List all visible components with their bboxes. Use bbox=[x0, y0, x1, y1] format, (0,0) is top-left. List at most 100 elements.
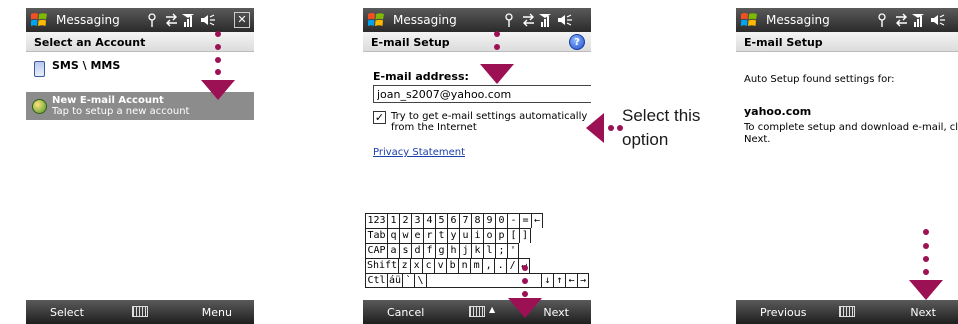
keyboard-key[interactable]: f bbox=[423, 243, 435, 258]
keyboard-key[interactable]: Ctl bbox=[365, 273, 387, 288]
on-screen-keyboard: 123 1 2 3 4 5 6 7 8 9 0- = ← Tab q w e r t y u i o p[] CAP a s d f g h… bbox=[365, 213, 589, 288]
help-icon[interactable]: ? bbox=[569, 34, 585, 50]
previous-softkey[interactable]: Previous bbox=[760, 306, 807, 319]
keyboard-key[interactable]: z bbox=[398, 258, 411, 273]
email-form: E-mail address: ✓ Try to get e-mail sett… bbox=[373, 60, 591, 158]
keyboard-key[interactable]: ↵ bbox=[518, 258, 531, 273]
status-icons[interactable] bbox=[876, 12, 956, 28]
keyboard-key[interactable]: Shift bbox=[365, 258, 399, 273]
keyboard-key[interactable]: 6 bbox=[447, 213, 459, 228]
keyboard-key[interactable]: 123 bbox=[365, 213, 387, 228]
caret-up-icon[interactable]: ▲ bbox=[489, 305, 495, 314]
keyboard-key[interactable]: , bbox=[482, 258, 495, 273]
keyboard-key[interactable]: ↓ bbox=[541, 273, 553, 288]
keyboard-row: 123 1 2 3 4 5 6 7 8 9 0- = ← bbox=[365, 213, 589, 228]
domain-name: yahoo.com bbox=[744, 105, 812, 118]
annotation-dot bbox=[608, 125, 614, 131]
keyboard-key[interactable]: q bbox=[387, 228, 399, 243]
status-icons[interactable] bbox=[503, 12, 583, 28]
keyboard-key[interactable]: t bbox=[435, 228, 447, 243]
keyboard-key[interactable]: h bbox=[447, 243, 459, 258]
keyboard-key[interactable]: 3 bbox=[411, 213, 423, 228]
app-title: Messaging bbox=[766, 13, 830, 27]
windows-logo[interactable] bbox=[740, 11, 758, 29]
screen-header-title: E-mail Setup bbox=[371, 36, 450, 49]
keyboard-key[interactable]: / bbox=[506, 258, 519, 273]
keyboard-key[interactable]: l bbox=[483, 243, 495, 258]
keyboard-key[interactable]: j bbox=[459, 243, 471, 258]
softkey-bar: Select Menu bbox=[26, 300, 254, 324]
windows-logo[interactable] bbox=[367, 11, 385, 29]
keyboard-key[interactable]: p bbox=[495, 228, 507, 243]
account-sms-mms[interactable]: SMS \ MMS bbox=[26, 54, 254, 84]
status-icons[interactable] bbox=[146, 12, 226, 28]
keyboard-key[interactable]: ' bbox=[507, 243, 519, 258]
keyboard-key[interactable]: CAP bbox=[365, 243, 387, 258]
next-softkey[interactable]: Next bbox=[543, 306, 569, 319]
privacy-statement-link[interactable]: Privacy Statement bbox=[373, 147, 585, 158]
keyboard-key[interactable]: 4 bbox=[423, 213, 435, 228]
keyboard-key[interactable]: → bbox=[577, 273, 589, 288]
keyboard-key[interactable] bbox=[426, 273, 541, 288]
windows-logo[interactable] bbox=[30, 11, 48, 29]
keyboard-key[interactable]: ← bbox=[531, 213, 543, 228]
softkey-bar: Previous Next bbox=[736, 300, 958, 324]
data-sync-icon bbox=[523, 13, 534, 27]
keyboard-key[interactable]: w bbox=[399, 228, 411, 243]
keyboard-key[interactable]: ; bbox=[495, 243, 507, 258]
email-field[interactable] bbox=[373, 85, 591, 103]
keyboard-key[interactable]: e bbox=[411, 228, 423, 243]
keyboard-key[interactable]: - bbox=[507, 213, 519, 228]
signal-bars-icon bbox=[182, 14, 194, 27]
keyboard-key[interactable]: 2 bbox=[399, 213, 411, 228]
title-bar: Messaging ✕ bbox=[26, 8, 254, 32]
keyboard-key[interactable]: g bbox=[435, 243, 447, 258]
keyboard-key[interactable]: d bbox=[411, 243, 423, 258]
keyboard-key[interactable]: r bbox=[423, 228, 435, 243]
keyboard-key[interactable]: k bbox=[471, 243, 483, 258]
keyboard-key[interactable]: y bbox=[447, 228, 459, 243]
keyboard-key[interactable]: 1 bbox=[387, 213, 399, 228]
keyboard-key[interactable]: o bbox=[483, 228, 495, 243]
keyboard-key[interactable]: 9 bbox=[483, 213, 495, 228]
keyboard-key[interactable]: m bbox=[470, 258, 483, 273]
auto-settings-option[interactable]: ✓ Try to get e-mail settings automatical… bbox=[373, 111, 588, 133]
keyboard-key[interactable]: i bbox=[471, 228, 483, 243]
keyboard-key[interactable]: áü bbox=[387, 273, 403, 288]
antenna-icon bbox=[505, 13, 513, 27]
keyboard-key[interactable]: \ bbox=[414, 273, 427, 288]
keyboard-key[interactable]: = bbox=[519, 213, 531, 228]
menu-softkey[interactable]: Menu bbox=[202, 306, 232, 319]
keyboard-key[interactable]: [ bbox=[507, 228, 519, 243]
globe-icon bbox=[32, 99, 47, 114]
keyboard-key[interactable]: Tab bbox=[365, 228, 387, 243]
select-softkey[interactable]: Select bbox=[50, 306, 84, 319]
next-softkey[interactable]: Next bbox=[910, 306, 936, 319]
keyboard-key[interactable]: ← bbox=[565, 273, 577, 288]
account-new-email[interactable]: New E-mail Account Tap to setup a new ac… bbox=[26, 92, 254, 120]
cancel-softkey[interactable]: Cancel bbox=[387, 306, 424, 319]
keyboard-key[interactable]: x bbox=[410, 258, 423, 273]
keyboard-key[interactable]: c bbox=[422, 258, 435, 273]
keyboard-key[interactable]: ] bbox=[519, 228, 531, 243]
instruction-line-2: Next. bbox=[744, 134, 771, 145]
auto-settings-checkbox[interactable]: ✓ bbox=[373, 111, 386, 124]
keyboard-key[interactable]: 7 bbox=[459, 213, 471, 228]
keyboard-key[interactable]: . bbox=[494, 258, 507, 273]
keyboard-key[interactable]: s bbox=[399, 243, 411, 258]
keyboard-key[interactable]: 8 bbox=[471, 213, 483, 228]
keyboard-icon[interactable] bbox=[132, 306, 148, 317]
keyboard-key[interactable]: ↑ bbox=[553, 273, 565, 288]
keyboard-key[interactable]: ` bbox=[402, 273, 415, 288]
keyboard-icon[interactable] bbox=[469, 306, 485, 317]
close-icon[interactable]: ✕ bbox=[234, 12, 250, 28]
keyboard-key[interactable]: 0 bbox=[495, 213, 507, 228]
keyboard-key[interactable]: n bbox=[458, 258, 471, 273]
keyboard-icon[interactable] bbox=[839, 306, 855, 317]
keyboard-key[interactable]: a bbox=[387, 243, 399, 258]
keyboard-key[interactable]: u bbox=[459, 228, 471, 243]
keyboard-key[interactable]: 5 bbox=[435, 213, 447, 228]
data-sync-icon bbox=[166, 13, 177, 27]
keyboard-key[interactable]: b bbox=[446, 258, 459, 273]
keyboard-key[interactable]: v bbox=[434, 258, 447, 273]
